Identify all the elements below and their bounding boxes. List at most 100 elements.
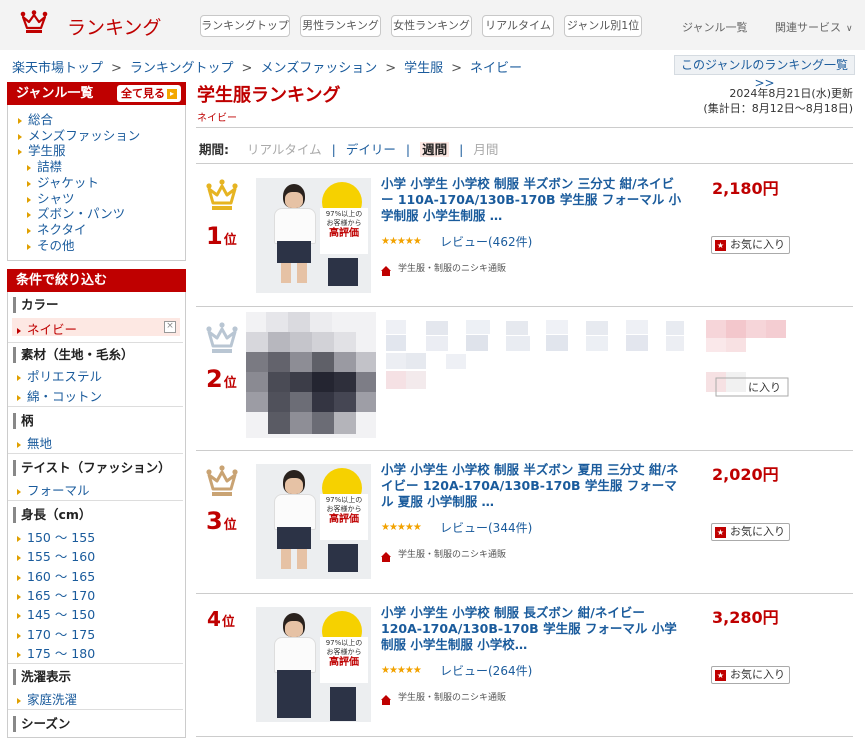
product-image[interactable]: 97%以上の お客様から 高評価 — [256, 464, 371, 579]
triangle-icon — [18, 117, 22, 124]
rating-stars: ★★★★★ — [381, 522, 422, 533]
nav-genre-first[interactable]: ジャンル別1位 — [564, 15, 642, 37]
filter-item[interactable]: ポリエステル — [17, 366, 102, 385]
blurred-product-image — [246, 312, 376, 438]
related-services-menu[interactable]: 関連サービス ∨ — [775, 19, 853, 35]
filter-item[interactable]: 家庭洗濯 — [17, 689, 77, 708]
gold-crown-icon — [205, 178, 239, 216]
shop-link[interactable]: 学生服・制服のニシキ通販 — [381, 261, 506, 276]
subgenre-item[interactable]: その他 — [27, 235, 75, 254]
page-title: 学生服ランキング — [197, 85, 341, 106]
price: 2,180円 — [712, 179, 779, 198]
price: 2,020円 — [712, 465, 779, 484]
svg-text:に入り: に入り — [748, 381, 781, 394]
page-subtitle: ネイビー — [197, 113, 237, 124]
divider — [196, 736, 853, 737]
product-title[interactable]: 小学 小学生 小学校 制服 半ズボン 三分丈 紺/ネイビー 110A-170A/… — [381, 176, 686, 224]
selected-color-filter[interactable]: ネイビー × — [12, 318, 180, 337]
filter-item[interactable]: 145 ～ 150 — [17, 604, 95, 623]
rating-stars: ★★★★★ — [381, 236, 422, 247]
breadcrumb-item[interactable]: 学生服 — [404, 61, 443, 76]
rating-badge: 97%以上の お客様から 高評価 — [320, 208, 368, 254]
rank-number: 3位 — [206, 507, 237, 535]
arrow-right-icon: ▸ — [167, 89, 177, 99]
nav-women-ranking[interactable]: 女性ランキング — [391, 15, 472, 37]
filter-item[interactable]: 160 ～ 165 — [17, 566, 95, 585]
triangle-icon — [27, 164, 31, 171]
update-info: 2024年8月21日(水)更新 (集計日：8月12日～8月18日) — [703, 86, 853, 116]
filter-header: 条件で絞り込む — [7, 269, 186, 292]
rating-badge: 97%以上の お客様から 高評価 — [320, 494, 368, 540]
divider — [8, 342, 183, 343]
selected-color-label: ネイビー — [27, 322, 78, 337]
rating-stars: ★★★★★ — [381, 665, 422, 676]
filter-item[interactable]: 綿・コットン — [17, 386, 102, 405]
triangle-icon — [17, 441, 21, 448]
rank-number: 1位 — [206, 222, 237, 250]
triangle-icon — [17, 327, 21, 334]
filter-item[interactable]: 無地 — [17, 433, 52, 452]
period-monthly: 月間 — [473, 142, 499, 157]
divider — [196, 306, 853, 307]
product-title[interactable]: 小学 小学生 小学校 制服 長ズボン 紺/ネイビー 120A-170A/130B… — [381, 605, 686, 653]
crown-logo-icon[interactable] — [20, 10, 48, 38]
triangle-icon — [17, 697, 21, 704]
breadcrumb-item[interactable]: ネイビー — [470, 61, 522, 76]
divider — [196, 593, 853, 594]
period-daily[interactable]: デイリー — [346, 142, 396, 157]
period-label: 期間: — [199, 142, 229, 157]
divider — [196, 127, 853, 128]
filter-item[interactable]: 170 ～ 175 — [17, 624, 95, 643]
review-link[interactable]: レビュー(264件) — [440, 662, 532, 679]
show-all-button[interactable]: 全て見る ▸ — [117, 85, 181, 102]
favorite-button[interactable]: ★ お気に入り — [711, 236, 790, 254]
bronze-crown-icon — [205, 464, 239, 502]
star-icon: ★ — [715, 669, 726, 681]
review-link[interactable]: レビュー(344件) — [440, 519, 532, 536]
updated-date: 2024年8月21日(水)更新 — [729, 87, 853, 100]
divider — [196, 163, 853, 164]
shop-link[interactable]: 学生服・制服のニシキ通販 — [381, 547, 506, 562]
filter-item[interactable]: 165 ～ 170 — [17, 585, 95, 604]
review-link[interactable]: レビュー(462件) — [440, 233, 532, 250]
nav-ranking-top[interactable]: ランキングトップ — [200, 15, 290, 37]
shop-link[interactable]: 学生服・制服のニシキ通販 — [381, 690, 506, 705]
nav-men-ranking[interactable]: 男性ランキング — [300, 15, 381, 37]
triangle-icon — [17, 554, 21, 561]
filter-title: 条件で絞り込む — [16, 273, 108, 288]
favorite-button[interactable]: ★ お気に入り — [711, 523, 790, 541]
blurred-product-text — [376, 315, 686, 395]
filter-item[interactable]: 175 ～ 180 — [17, 643, 95, 662]
period-weekly[interactable]: 週間 — [420, 142, 450, 157]
filter-item[interactable]: フォーマル — [17, 480, 90, 499]
breadcrumb-item[interactable]: ランキングトップ — [130, 61, 234, 76]
product-image[interactable]: 97%以上の お客様から 高評価 — [256, 607, 371, 722]
triangle-icon — [17, 374, 21, 381]
blurred-price-and-button: に入り — [706, 318, 790, 398]
home-icon — [381, 695, 391, 705]
filter-item[interactable]: 150 ～ 155 — [17, 527, 95, 546]
favorite-button[interactable]: ★ お気に入り — [711, 666, 790, 684]
genre-list-link[interactable]: ジャンル一覧 — [682, 19, 747, 35]
triangle-icon — [18, 148, 22, 155]
divider — [8, 663, 183, 664]
triangle-icon — [27, 211, 31, 218]
product-title[interactable]: 小学 小学生 小学校 制服 半ズボン 夏用 三分丈 紺/ネイビー 120A-17… — [381, 462, 686, 510]
nav-realtime[interactable]: リアルタイム — [482, 15, 554, 37]
rating-badge: 97%以上の お客様から 高評価 — [320, 637, 368, 683]
close-icon[interactable]: × — [164, 321, 176, 333]
show-all-label: 全て見る — [121, 87, 165, 100]
divider — [8, 453, 183, 454]
product-image[interactable]: 97%以上の お客様から 高評価 — [256, 178, 371, 293]
logo-text[interactable]: ランキング — [67, 13, 161, 40]
filter-item[interactable]: 155 ～ 160 — [17, 546, 95, 565]
breadcrumb-item[interactable]: 楽天市場トップ — [12, 61, 103, 76]
star-icon: ★ — [715, 239, 726, 251]
divider — [8, 406, 183, 407]
genre-ranking-list-link[interactable]: このジャンルのランキング一覧 >> — [674, 55, 855, 90]
rank-number: 4位 — [207, 607, 235, 631]
rank-number: 2位 — [206, 365, 237, 393]
breadcrumb-item[interactable]: メンズファッション — [260, 61, 377, 76]
triangle-icon — [27, 180, 31, 187]
related-services-label: 関連サービス — [775, 21, 841, 34]
